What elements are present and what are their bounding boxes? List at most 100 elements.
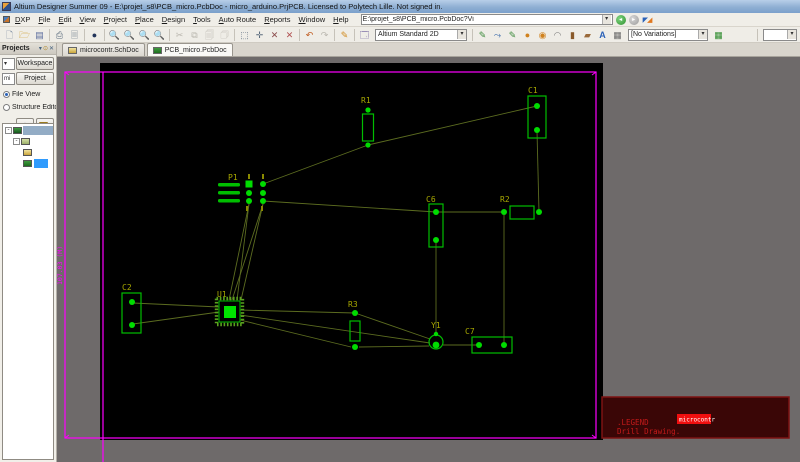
- pin-icon[interactable]: ⊙: [43, 45, 48, 52]
- menu-item-tools[interactable]: Tools: [189, 14, 215, 25]
- back-button[interactable]: ◂: [616, 15, 626, 25]
- fill-icon[interactable]: ▮: [565, 28, 580, 42]
- radio-dot: [3, 91, 10, 98]
- right-empty-combo[interactable]: ▾: [763, 29, 797, 41]
- paste-array-icon[interactable]: 🗇: [217, 28, 232, 42]
- ref-label: C1: [528, 86, 538, 95]
- collapse-icon[interactable]: -: [5, 127, 12, 134]
- schematic-doc-icon: [23, 149, 32, 156]
- clear-filter-icon[interactable]: ✕: [282, 28, 297, 42]
- browse-library-icon[interactable]: 🗔: [357, 28, 372, 42]
- pad-icon[interactable]: ●: [520, 28, 535, 42]
- ref-label: R3: [348, 300, 358, 309]
- chevron-down-icon[interactable]: ▾: [787, 30, 796, 39]
- chevron-down-icon[interactable]: ▾: [698, 30, 707, 39]
- zoom-area-icon[interactable]: 🔍: [122, 28, 137, 42]
- move-icon[interactable]: ✛: [252, 28, 267, 42]
- project-tree: - -: [2, 123, 54, 460]
- menu-item-view[interactable]: View: [75, 14, 99, 25]
- ref-label: C6: [426, 195, 436, 204]
- menu-item-place[interactable]: Place: [131, 14, 158, 25]
- tree-row-pcbdoc[interactable]: [23, 158, 53, 168]
- dxp-menu-icon: [3, 16, 10, 23]
- save-icon[interactable]: ▤: [32, 28, 47, 42]
- via-icon[interactable]: ◉: [535, 28, 550, 42]
- ref-label: U1: [217, 290, 227, 299]
- project-button[interactable]: Project: [16, 72, 54, 85]
- arc-icon[interactable]: ◠: [550, 28, 565, 42]
- pcb-project-icon: [13, 127, 22, 134]
- chevron-down-icon[interactable]: ▾: [602, 15, 611, 24]
- pcb-drawing: 107.03 (M) R1 C1 P1 C6: [57, 57, 800, 462]
- new-document-icon[interactable]: 🗋: [2, 28, 17, 42]
- wire-pen-icon[interactable]: ✎: [337, 28, 352, 42]
- route-differential-icon[interactable]: ⤳: [490, 28, 505, 42]
- legend-subtitle: Drill Drawing.: [617, 427, 680, 436]
- ref-label: R2: [500, 195, 510, 204]
- zoom-document-icon[interactable]: 🔍: [107, 28, 122, 42]
- zoom-selection-icon[interactable]: 🔍: [152, 28, 167, 42]
- dxp-logo-icon[interactable]: ◤◢: [643, 16, 652, 24]
- copy-icon[interactable]: ⧉: [187, 28, 202, 42]
- tab-label: PCB_micro.PcbDoc: [165, 47, 227, 54]
- open-document-icon[interactable]: 🗁: [17, 28, 32, 42]
- radio-dot: [3, 104, 10, 111]
- chevron-down-icon[interactable]: ▾: [39, 45, 42, 52]
- interactive-routing-icon[interactable]: ✎: [475, 28, 490, 42]
- project-combo[interactable]: mi: [2, 73, 15, 85]
- workspace-button[interactable]: Workspace: [16, 57, 54, 70]
- collapse-icon[interactable]: -: [13, 138, 20, 145]
- deselect-icon[interactable]: ✕: [267, 28, 282, 42]
- menu-item-design[interactable]: Design: [158, 14, 189, 25]
- menu-item-edit[interactable]: Edit: [55, 14, 76, 25]
- tree-row-project[interactable]: -: [5, 125, 53, 135]
- select-area-icon[interactable]: ⬚: [237, 28, 252, 42]
- pcb-doc-icon: [23, 160, 32, 167]
- board-icon[interactable]: ▦: [711, 28, 726, 42]
- undo-icon[interactable]: ↶: [302, 28, 317, 42]
- forward-button[interactable]: ▸: [629, 15, 639, 25]
- ref-label: P1: [228, 173, 238, 182]
- menu-item-file[interactable]: File: [34, 14, 54, 25]
- legend-title: .LEGEND: [617, 418, 649, 427]
- menu-item-dxp[interactable]: DXP: [11, 14, 34, 25]
- tree-row-schdoc[interactable]: [23, 147, 53, 157]
- document-tab-bar: microcontr.SchDoc PCB_micro.PcbDoc: [57, 43, 800, 57]
- tab-microcontr-schdoc[interactable]: microcontr.SchDoc: [62, 43, 145, 56]
- view-mode-combo[interactable]: Altium Standard 2D ▾: [375, 29, 467, 41]
- print-icon[interactable]: ⎙: [52, 28, 67, 42]
- file-view-radio[interactable]: File View: [3, 91, 56, 98]
- pcb-editor-canvas[interactable]: 107.03 (M) R1 C1 P1 C6: [57, 57, 800, 462]
- workspace-combo[interactable]: ▾: [2, 58, 15, 70]
- component-icon[interactable]: ▦: [610, 28, 625, 42]
- menu-item-auto-route[interactable]: Auto Route: [215, 14, 261, 25]
- print-preview-icon[interactable]: 🗏: [67, 28, 82, 42]
- redo-icon[interactable]: ↷: [317, 28, 332, 42]
- polygon-pour-icon[interactable]: ▰: [580, 28, 595, 42]
- cut-icon[interactable]: ✂: [172, 28, 187, 42]
- menu-bar: DXP File Edit View Project Place Design …: [0, 13, 800, 27]
- tree-row-folder[interactable]: -: [13, 136, 53, 146]
- close-icon[interactable]: ✕: [49, 45, 54, 52]
- browser-globe-icon[interactable]: ●: [87, 28, 102, 42]
- ref-label: C7: [465, 327, 475, 336]
- title-bar: Altium Designer Summer 09 - E:\projet_s8…: [0, 0, 800, 13]
- menu-item-project[interactable]: Project: [100, 14, 131, 25]
- string-icon[interactable]: A: [595, 28, 610, 42]
- structure-editor-label: Structure Editor: [12, 104, 56, 111]
- menu-item-window[interactable]: Window: [294, 14, 329, 25]
- tab-label: microcontr.SchDoc: [80, 47, 139, 54]
- menu-item-reports[interactable]: Reports: [260, 14, 294, 25]
- document-path-combo[interactable]: E:\projet_s8\PCB_micro.PcbDoc?Vi ▾: [361, 14, 613, 25]
- variations-combo[interactable]: [No Variations] ▾: [628, 29, 708, 41]
- chevron-down-icon[interactable]: ▾: [457, 30, 466, 39]
- route-multi-icon[interactable]: ✎: [505, 28, 520, 42]
- zoom-in-icon[interactable]: 🔍: [137, 28, 152, 42]
- structure-editor-radio[interactable]: Structure Editor: [3, 104, 56, 111]
- paste-icon[interactable]: 🗐: [202, 28, 217, 42]
- menu-item-help[interactable]: Help: [329, 14, 352, 25]
- document-path-value: E:\projet_s8\PCB_micro.PcbDoc?Vi: [363, 16, 602, 23]
- drill-drawing-legend: .LEGEND Drill Drawing. microcontr: [602, 397, 789, 438]
- window-title: Altium Designer Summer 09 - E:\projet_s8…: [14, 2, 443, 11]
- tab-pcb-micro-pcbdoc[interactable]: PCB_micro.PcbDoc: [147, 43, 233, 56]
